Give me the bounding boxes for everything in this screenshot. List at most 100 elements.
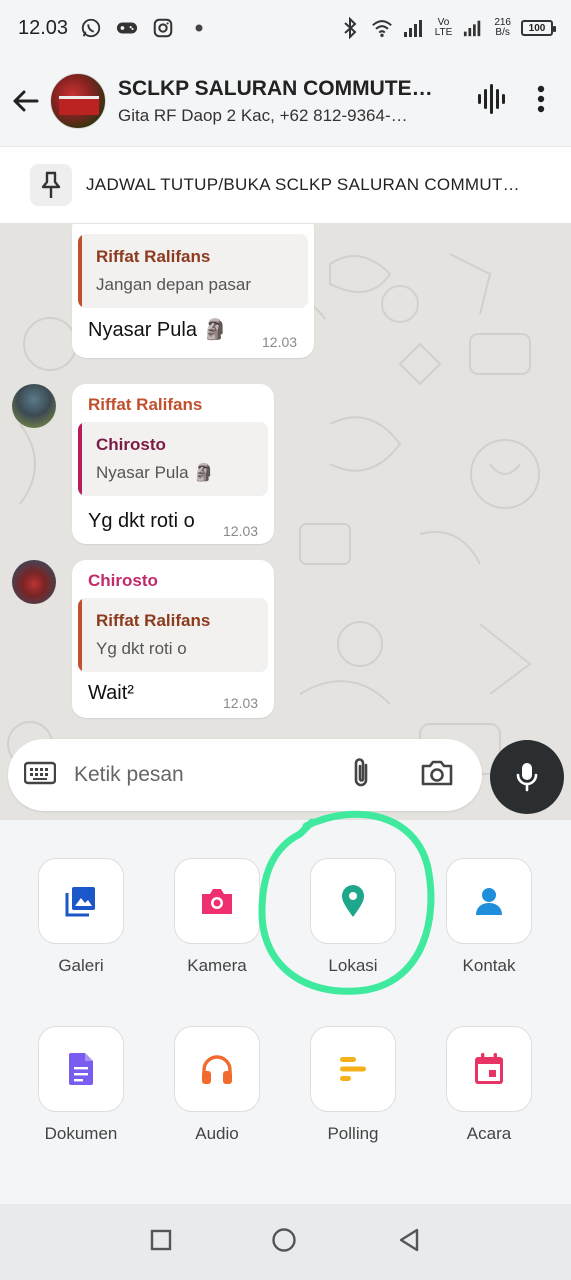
- attach-audio[interactable]: Audio: [149, 1026, 285, 1144]
- attach-audio-tile[interactable]: [174, 1026, 260, 1112]
- attach-label: Audio: [195, 1124, 239, 1143]
- quote-sender: Chirosto: [96, 435, 166, 454]
- quoted-message[interactable]: Riffat Ralifans Jangan depan pasar: [78, 234, 308, 308]
- bluetooth-icon: [339, 17, 361, 39]
- recents-button[interactable]: [150, 1229, 172, 1256]
- attach-label: Lokasi: [328, 956, 378, 975]
- group-members: Gita RF Daop 2 Kac, +62 812-9364-…: [118, 105, 408, 125]
- attach-acara[interactable]: Acara: [421, 1026, 557, 1144]
- attach-kamera[interactable]: Kamera: [149, 858, 285, 976]
- quote-text: Nyasar Pula 🗿: [96, 463, 215, 482]
- message-time: 12.03: [262, 334, 298, 350]
- poll-icon: [340, 1057, 366, 1081]
- attach-kontak-tile[interactable]: [446, 858, 532, 944]
- more-vert-icon: [537, 85, 545, 112]
- keyboard-icon: [23, 761, 57, 784]
- audio-wave-icon: [478, 83, 505, 114]
- camera-button[interactable]: [420, 759, 454, 792]
- location-pin-icon: [342, 885, 364, 917]
- microphone-icon: [516, 763, 538, 792]
- dot-icon: [188, 17, 210, 39]
- group-avatar[interactable]: [50, 73, 106, 129]
- paperclip-icon: [354, 757, 368, 786]
- message-time: 12.03: [223, 695, 259, 711]
- attach-label: Galeri: [58, 956, 104, 975]
- keyboard-toggle-button[interactable]: [23, 761, 57, 790]
- home-button[interactable]: [271, 1227, 297, 1258]
- attach-lokasi-tile[interactable]: [310, 858, 396, 944]
- message-bubble[interactable]: Riffat Ralifans Jangan depan pasar Nyasa…: [72, 224, 314, 358]
- contact-icon: [476, 888, 502, 915]
- status-time: 12.03: [18, 16, 69, 39]
- attach-label: Polling: [327, 1124, 379, 1143]
- header-info[interactable]: SCLKP SALURAN COMMUTE… Gita RF Daop 2 Ka…: [118, 77, 477, 126]
- attach-button[interactable]: [348, 756, 374, 795]
- attach-polling[interactable]: Polling: [285, 1026, 421, 1144]
- sender-avatar[interactable]: [12, 560, 56, 604]
- pinned-message-bar[interactable]: JADWAL TUTUP/BUKA SCLKP SALURAN COMMUT…: [0, 146, 571, 224]
- voice-record-button[interactable]: [490, 740, 564, 814]
- message-bubble[interactable]: Riffat Ralifans Chirosto Nyasar Pula 🗿 Y…: [72, 384, 274, 544]
- sender-avatar[interactable]: [12, 384, 56, 428]
- document-icon: [69, 1053, 93, 1085]
- quote-text: Jangan depan pasar: [96, 275, 252, 294]
- arrow-left-icon: [13, 90, 39, 112]
- attach-polling-tile[interactable]: [310, 1026, 396, 1112]
- message-sender[interactable]: Chirosto: [88, 571, 158, 591]
- volte-label: Vo LTE: [434, 17, 453, 38]
- pin-icon: [30, 164, 72, 206]
- quote-bar: [78, 234, 82, 308]
- attach-label: Acara: [466, 1124, 512, 1143]
- calendar-icon: [475, 1053, 503, 1084]
- message-composer: [8, 739, 482, 811]
- message-text: Nyasar Pula 🗿: [88, 319, 228, 341]
- net-speed: 216 B/s: [494, 17, 511, 38]
- attach-label: Dokumen: [44, 1124, 118, 1143]
- message-input[interactable]: [74, 763, 324, 787]
- system-back-button[interactable]: [397, 1227, 421, 1258]
- status-bar: 12.03 Vo LTE 216 B/s 100: [0, 0, 571, 56]
- attach-kontak[interactable]: Kontak: [421, 858, 557, 976]
- attach-kamera-tile[interactable]: [174, 858, 260, 944]
- battery-icon: 100: [521, 20, 556, 36]
- signal-2-icon: [462, 17, 484, 39]
- back-button[interactable]: [0, 71, 50, 131]
- attach-galeri-tile[interactable]: [38, 858, 124, 944]
- message-sender[interactable]: Riffat Ralifans: [88, 395, 202, 415]
- more-options-button[interactable]: [537, 85, 545, 118]
- message-text: Wait²: [88, 682, 134, 704]
- chat-header: SCLKP SALURAN COMMUTE… Gita RF Daop 2 Ka…: [0, 56, 571, 146]
- battery-level: 100: [528, 22, 546, 34]
- attach-galeri[interactable]: Galeri: [13, 858, 149, 976]
- quote-text: Yg dkt roti o: [96, 639, 187, 658]
- camera-icon: [202, 889, 232, 914]
- quoted-message[interactable]: Riffat Ralifans Yg dkt roti o: [78, 598, 268, 672]
- message-bubble[interactable]: Chirosto Riffat Ralifans Yg dkt roti o W…: [72, 560, 274, 718]
- group-title: SCLKP SALURAN COMMUTE…: [118, 76, 433, 100]
- pinned-text: JADWAL TUTUP/BUKA SCLKP SALURAN COMMUT…: [86, 175, 520, 194]
- attach-dokumen[interactable]: Dokumen: [13, 1026, 149, 1144]
- whatsapp-icon: [80, 17, 102, 39]
- headphones-icon: [202, 1055, 232, 1084]
- signal-icon: [403, 17, 425, 39]
- attach-label: Kamera: [187, 956, 247, 975]
- chat-area[interactable]: Riffat Ralifans Jangan depan pasar Nyasa…: [0, 224, 571, 820]
- triangle-back-icon: [399, 1228, 419, 1251]
- gallery-icon: [65, 887, 95, 917]
- quote-bar: [78, 598, 82, 672]
- attach-label: Kontak: [462, 956, 516, 975]
- square-icon: [150, 1229, 172, 1250]
- quote-sender: Riffat Ralifans: [96, 247, 211, 266]
- attach-acara-tile[interactable]: [446, 1026, 532, 1112]
- wifi-icon: [371, 17, 393, 39]
- quote-sender: Riffat Ralifans: [96, 611, 211, 630]
- camera-icon: [421, 760, 453, 785]
- gamepad-icon: [116, 17, 138, 39]
- voice-chat-button[interactable]: [477, 83, 507, 120]
- system-nav-bar: [0, 1204, 571, 1280]
- quote-bar: [78, 422, 82, 496]
- attach-dokumen-tile[interactable]: [38, 1026, 124, 1112]
- attach-lokasi[interactable]: Lokasi: [285, 858, 421, 976]
- attachment-panel: Galeri Kamera Lokasi Kontak Dokumen Audi…: [0, 820, 571, 1204]
- quoted-message[interactable]: Chirosto Nyasar Pula 🗿: [78, 422, 268, 496]
